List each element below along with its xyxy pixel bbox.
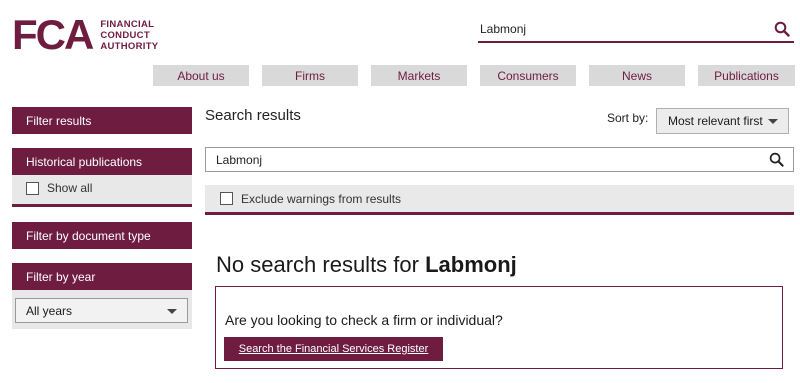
- filter-results-heading[interactable]: Filter results: [12, 107, 192, 134]
- logo-line-3: AUTHORITY: [100, 40, 159, 52]
- check-firm-box: Are you looking to check a firm or indiv…: [215, 286, 783, 369]
- main-search: [205, 147, 794, 172]
- logo-line-1: FINANCIAL: [100, 18, 155, 30]
- chevron-down-icon: [167, 309, 177, 314]
- nav-news[interactable]: News: [589, 65, 685, 86]
- year-select[interactable]: All years: [15, 298, 188, 323]
- chevron-down-icon: [768, 119, 778, 124]
- filter-by-document-type-heading[interactable]: Filter by document type: [12, 222, 192, 249]
- search-icon[interactable]: [769, 152, 784, 172]
- search-register-button[interactable]: Search the Financial Services Register: [224, 337, 443, 361]
- filter-by-year-heading[interactable]: Filter by year: [12, 263, 192, 290]
- logo-mark: FCA: [12, 11, 94, 58]
- logo-line-2: CONDUCT: [100, 29, 150, 41]
- nav-publications[interactable]: Publications: [698, 65, 795, 86]
- page-title: Search results: [205, 107, 301, 124]
- main-nav: About us Firms Markets Consumers News Pu…: [153, 65, 795, 86]
- check-firm-question: Are you looking to check a firm or indiv…: [225, 312, 503, 328]
- historical-publications-heading[interactable]: Historical publications: [12, 148, 192, 175]
- show-all-row[interactable]: Show all: [12, 175, 192, 201]
- sidebar-divider: [12, 204, 192, 207]
- no-results-heading: No search results for Labmonj: [216, 252, 517, 278]
- sort-label: Sort by:: [607, 111, 649, 125]
- fca-logo[interactable]: FCA FINANCIAL CONDUCT AUTHORITY: [12, 14, 158, 56]
- historical-publications-panel: Show all: [12, 175, 192, 204]
- year-select-value: All years: [26, 303, 73, 318]
- nav-about-us[interactable]: About us: [153, 65, 249, 86]
- nav-consumers[interactable]: Consumers: [480, 65, 576, 86]
- nav-firms[interactable]: Firms: [262, 65, 358, 86]
- exclude-warnings-checkbox[interactable]: [220, 192, 233, 205]
- show-all-checkbox[interactable]: [26, 181, 39, 195]
- header-search: [478, 18, 794, 43]
- exclude-warnings-row[interactable]: Exclude warnings from results: [205, 185, 794, 212]
- nav-markets[interactable]: Markets: [371, 65, 467, 86]
- sort-select-value: Most relevant first: [668, 114, 763, 128]
- results-divider: [205, 212, 794, 215]
- sort-select[interactable]: Most relevant first: [656, 108, 789, 134]
- exclude-warnings-label: Exclude warnings from results: [241, 191, 402, 206]
- no-results-prefix: No search results for: [216, 252, 426, 277]
- no-results-term: Labmonj: [425, 252, 517, 277]
- search-icon[interactable]: [774, 21, 790, 42]
- show-all-label: Show all: [47, 181, 93, 195]
- header-search-input[interactable]: [478, 18, 758, 40]
- main-search-input[interactable]: [206, 148, 746, 171]
- logo-text: FINANCIAL CONDUCT AUTHORITY: [100, 19, 158, 52]
